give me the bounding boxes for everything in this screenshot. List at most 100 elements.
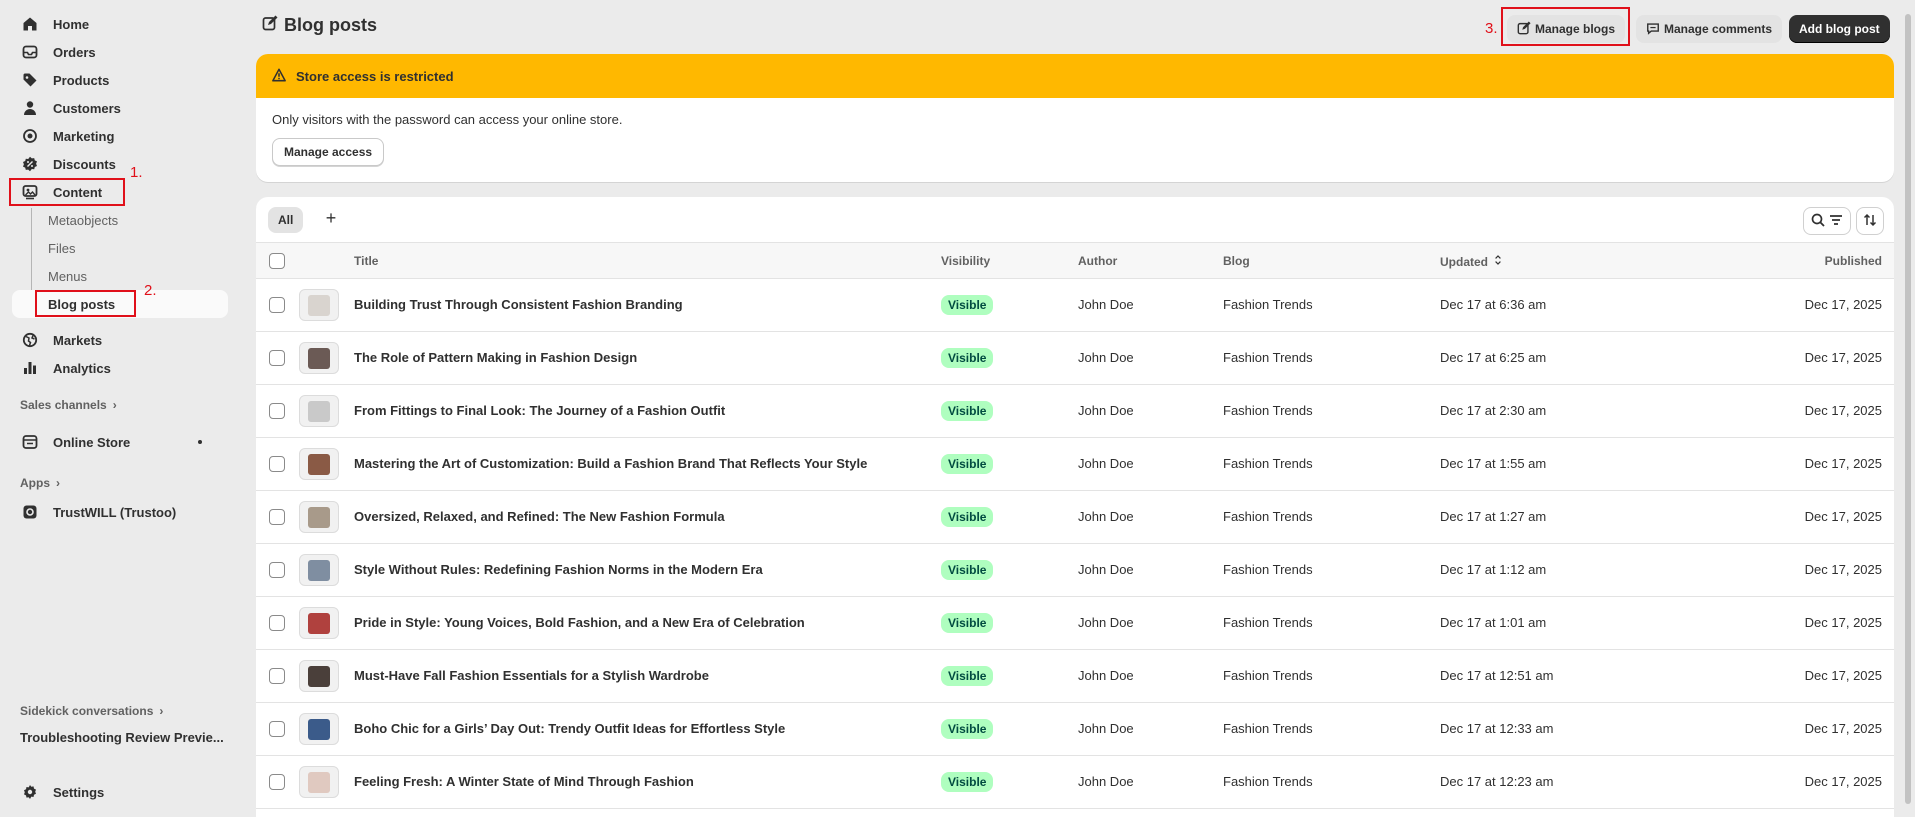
table-row[interactable]: Must-Have Fall Fashion Essentials for a … bbox=[256, 650, 1894, 703]
post-author: John Doe bbox=[1078, 297, 1134, 312]
row-checkbox[interactable] bbox=[269, 774, 285, 790]
row-checkbox[interactable] bbox=[269, 297, 285, 313]
table-row[interactable]: Style Without Rules: Redefining Fashion … bbox=[256, 544, 1894, 597]
annotation-number-3: 3. bbox=[1485, 20, 1498, 37]
target-icon bbox=[22, 128, 38, 144]
post-title[interactable]: The Role of Pattern Making in Fashion De… bbox=[354, 350, 637, 365]
row-checkbox[interactable] bbox=[269, 615, 285, 631]
table-row[interactable]: Boho Chic for a Girls’ Day Out: Trendy O… bbox=[256, 703, 1894, 756]
table-row[interactable]: From Fittings to Final Look: The Journey… bbox=[256, 385, 1894, 438]
row-checkbox[interactable] bbox=[269, 456, 285, 472]
page-scrollbar[interactable] bbox=[1903, 0, 1913, 817]
post-title[interactable]: Boho Chic for a Girls’ Day Out: Trendy O… bbox=[354, 721, 785, 736]
annotation-box-content bbox=[9, 178, 125, 206]
post-title[interactable]: Pride in Style: Young Voices, Bold Fashi… bbox=[354, 615, 805, 630]
nav-analytics[interactable]: Analytics bbox=[12, 354, 228, 382]
row-checkbox[interactable] bbox=[269, 509, 285, 525]
visibility-badge: Visible bbox=[941, 454, 994, 474]
sort-button[interactable] bbox=[1856, 207, 1884, 235]
nav-home[interactable]: Home bbox=[12, 10, 228, 38]
subnav-files[interactable]: Files bbox=[36, 234, 228, 262]
post-title[interactable]: Oversized, Relaxed, and Refined: The New… bbox=[354, 509, 725, 524]
sidekick-section[interactable]: Sidekick conversations › bbox=[20, 704, 163, 718]
table-row[interactable]: Mastering the Art of Customization: Buil… bbox=[256, 438, 1894, 491]
nav-app-trustwill[interactable]: TrustWILL (Trustoo) bbox=[12, 498, 228, 526]
nav-customers[interactable]: Customers bbox=[12, 94, 228, 122]
post-title[interactable]: Style Without Rules: Redefining Fashion … bbox=[354, 562, 763, 577]
nav-discounts[interactable]: Discounts bbox=[12, 150, 228, 178]
post-author: John Doe bbox=[1078, 509, 1134, 524]
sidekick-conversation-item[interactable]: Troubleshooting Review Previe... bbox=[20, 730, 230, 745]
post-thumbnail bbox=[299, 554, 339, 586]
nav-orders[interactable]: Orders bbox=[12, 38, 228, 66]
post-thumbnail bbox=[299, 395, 339, 427]
table-row[interactable]: The Role of Pattern Making in Fashion De… bbox=[256, 332, 1894, 385]
table-row[interactable]: Pride in Style: Young Voices, Bold Fashi… bbox=[256, 597, 1894, 650]
row-checkbox[interactable] bbox=[269, 350, 285, 366]
manage-access-button[interactable]: Manage access bbox=[272, 138, 385, 166]
manage-blogs-button[interactable]: Manage blogs bbox=[1507, 15, 1626, 43]
post-title[interactable]: Building Trust Through Consistent Fashio… bbox=[354, 297, 683, 312]
nav-customers-label: Customers bbox=[53, 100, 121, 116]
select-all-checkbox[interactable] bbox=[269, 253, 285, 269]
tabs-bar: All + bbox=[256, 197, 1894, 242]
visibility-badge: Visible bbox=[941, 772, 994, 792]
nav-products-label: Products bbox=[53, 72, 110, 88]
post-title[interactable]: Must-Have Fall Fashion Essentials for a … bbox=[354, 668, 709, 683]
column-blog[interactable]: Blog bbox=[1223, 254, 1250, 268]
nav-markets[interactable]: Markets bbox=[12, 326, 228, 354]
online-store-status-dot bbox=[198, 440, 202, 444]
scrollbar-thumb[interactable] bbox=[1905, 14, 1911, 804]
nav-settings[interactable]: Settings bbox=[12, 778, 228, 806]
column-updated[interactable]: Updated bbox=[1440, 254, 1502, 269]
add-blog-post-button[interactable]: Add blog post bbox=[1789, 15, 1890, 43]
nav-products[interactable]: Products bbox=[12, 66, 228, 94]
table-row[interactable]: Feeling Fresh: A Winter State of Mind Th… bbox=[256, 756, 1894, 809]
row-checkbox[interactable] bbox=[269, 721, 285, 737]
post-thumbnail bbox=[299, 766, 339, 798]
post-title[interactable]: From Fittings to Final Look: The Journey… bbox=[354, 403, 725, 418]
annotation-number-1: 1. bbox=[130, 164, 143, 181]
manage-comments-button[interactable]: Manage comments bbox=[1636, 15, 1783, 43]
discount-icon bbox=[22, 156, 38, 172]
add-view-button[interactable]: + bbox=[318, 205, 344, 231]
post-author: John Doe bbox=[1078, 668, 1134, 683]
post-blog: Fashion Trends bbox=[1223, 509, 1313, 524]
row-checkbox[interactable] bbox=[269, 562, 285, 578]
post-author: John Doe bbox=[1078, 774, 1134, 789]
visibility-badge: Visible bbox=[941, 507, 994, 527]
subnav-metaobjects[interactable]: Metaobjects bbox=[36, 206, 228, 234]
sidebar: Home Orders Products Customers Marketing… bbox=[0, 0, 240, 817]
subnav-menus[interactable]: Menus bbox=[36, 262, 228, 290]
post-title[interactable]: Mastering the Art of Customization: Buil… bbox=[354, 456, 867, 471]
nav-online-store[interactable]: Online Store bbox=[12, 428, 228, 456]
edit-icon bbox=[262, 15, 278, 36]
filter-icon bbox=[1828, 212, 1844, 231]
nav-app-trustwill-label: TrustWILL (Trustoo) bbox=[53, 504, 177, 520]
post-published: Dec 17, 2025 bbox=[1804, 562, 1882, 577]
post-author: John Doe bbox=[1078, 615, 1134, 630]
sales-channels-label: Sales channels bbox=[20, 398, 107, 412]
orders-icon bbox=[22, 44, 38, 60]
table-row[interactable]: Oversized, Relaxed, and Refined: The New… bbox=[256, 491, 1894, 544]
nav-marketing[interactable]: Marketing bbox=[12, 122, 228, 150]
post-author: John Doe bbox=[1078, 456, 1134, 471]
tab-all[interactable]: All bbox=[268, 207, 304, 233]
chevron-right-icon: › bbox=[159, 704, 164, 718]
page-title: Blog posts bbox=[262, 15, 377, 36]
post-title[interactable]: Feeling Fresh: A Winter State of Mind Th… bbox=[354, 774, 694, 789]
search-filter-button[interactable] bbox=[1803, 207, 1851, 235]
post-updated: Dec 17 at 6:36 am bbox=[1440, 297, 1547, 312]
column-visibility[interactable]: Visibility bbox=[941, 254, 990, 268]
column-title[interactable]: Title bbox=[354, 254, 378, 268]
sales-channels-section[interactable]: Sales channels › bbox=[20, 398, 117, 412]
row-checkbox[interactable] bbox=[269, 403, 285, 419]
post-published: Dec 17, 2025 bbox=[1804, 297, 1882, 312]
column-published[interactable]: Published bbox=[1825, 254, 1882, 268]
table-row[interactable]: Building Trust Through Consistent Fashio… bbox=[256, 279, 1894, 332]
visibility-badge: Visible bbox=[941, 613, 994, 633]
edit-icon bbox=[1517, 20, 1531, 38]
apps-section[interactable]: Apps › bbox=[20, 476, 60, 490]
column-author[interactable]: Author bbox=[1078, 254, 1117, 268]
row-checkbox[interactable] bbox=[269, 668, 285, 684]
